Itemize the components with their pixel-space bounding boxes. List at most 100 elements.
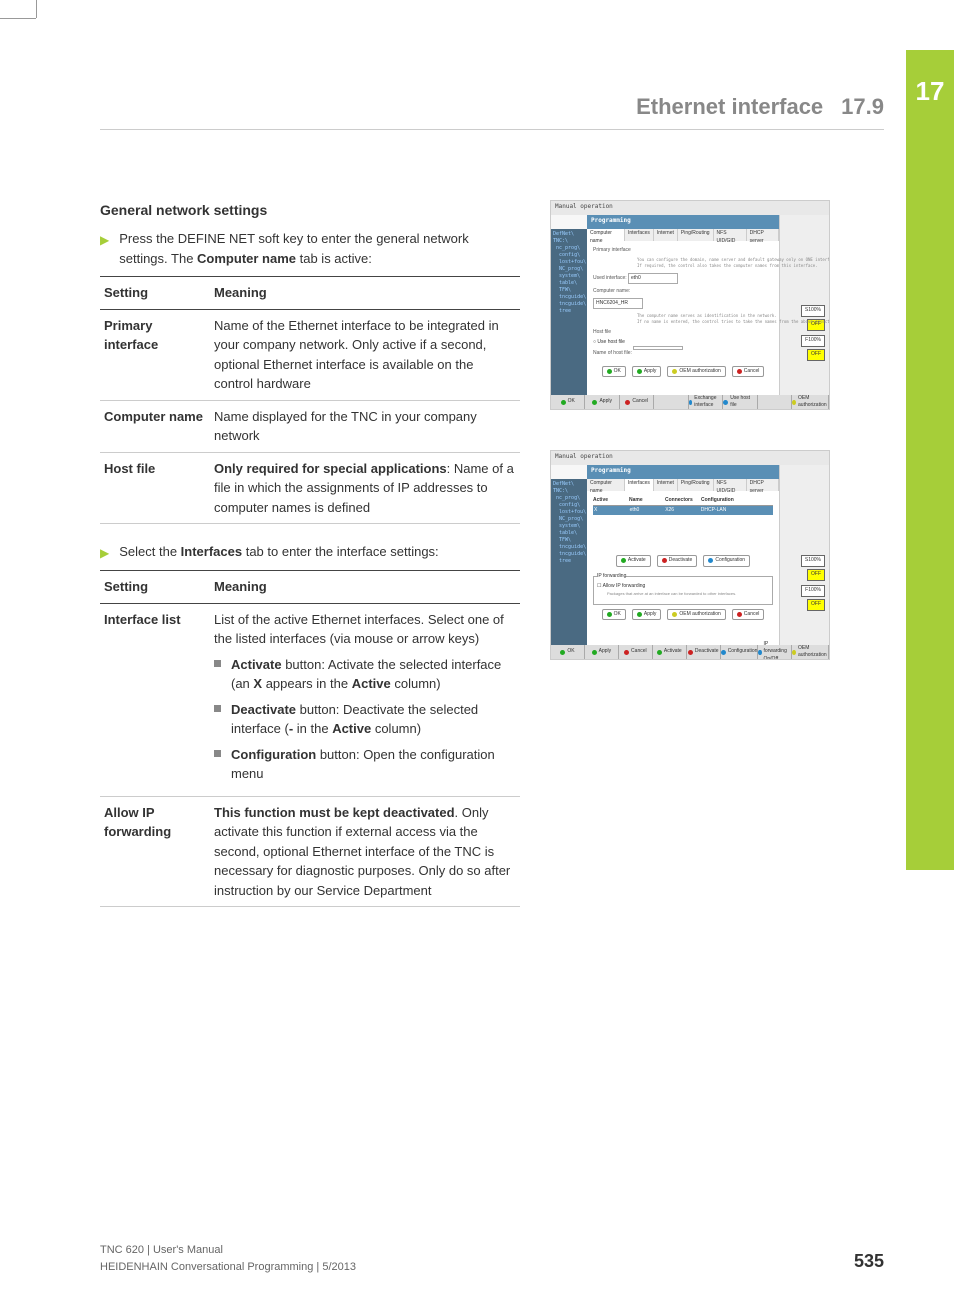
softkey-activate[interactable]: Activate	[653, 645, 687, 659]
cancel-icon	[737, 612, 742, 617]
softkey-apply[interactable]: Apply	[585, 645, 619, 659]
dialog-main: Computer name Interfaces Internet Ping/R…	[587, 479, 779, 645]
tab-dhcp[interactable]: DHCP server	[747, 479, 779, 491]
right-sidebar: S100% OFF F100% OFF	[779, 215, 829, 409]
file-tree-sidebar: DefNet\ TNC:\ nc_prog\ config\ lost+fou\…	[551, 479, 587, 645]
footer-line2: HEIDENHAIN Conversational Programming | …	[100, 1259, 356, 1276]
tab-internet[interactable]: Internet	[654, 229, 678, 241]
mode-bar: Manual operation	[551, 201, 829, 215]
cell-bold: This function must be kept deactivated	[214, 805, 455, 820]
cancel-icon	[737, 369, 742, 374]
minus-icon	[688, 650, 693, 655]
tab-interfaces[interactable]: Interfaces	[625, 229, 654, 241]
softkey-apply[interactable]: Apply	[585, 395, 619, 409]
list-head-active: Active	[593, 497, 629, 505]
ok-button[interactable]: OK	[602, 366, 626, 378]
softkey-configuration[interactable]: Configuration	[721, 645, 759, 659]
oem-auth-button[interactable]: OEM authorization	[667, 366, 725, 378]
check-icon	[637, 612, 642, 617]
programming-title: Programming	[587, 465, 779, 479]
chapter-side-tab: 17	[906, 50, 954, 870]
step-interfaces-tab: ▶ Select the Interfaces tab to enter the…	[100, 542, 520, 562]
th-meaning: Meaning	[210, 277, 520, 310]
bullet-icon	[214, 660, 221, 667]
cell-bold: Only required for special applications	[214, 461, 447, 476]
page-footer: TNC 620 | User's Manual HEIDENHAIN Conve…	[100, 1242, 884, 1275]
host-file-label: Host file	[593, 329, 773, 337]
right-column: Manual operation Programming DefNet\ TNC…	[550, 200, 884, 925]
apply-button[interactable]: Apply	[632, 609, 662, 621]
tab-nfs[interactable]: NFS UID/GID	[714, 229, 747, 241]
primary-interface-help: You can configure the domain, name serve…	[637, 257, 773, 269]
cancel-button[interactable]: Cancel	[732, 609, 765, 621]
softkey-ok[interactable]: OK	[551, 645, 585, 659]
softkey-oem-auth[interactable]: OEM authorization	[792, 395, 829, 409]
oem-auth-button[interactable]: OEM authorization	[667, 609, 725, 621]
computer-name-help: The computer name serves as identificati…	[637, 313, 773, 325]
interface-row-selected[interactable]: X eth0 X26 DHCP-LAN	[593, 506, 773, 516]
softkey-row: OK Apply Cancel Activate Deactivate Conf…	[551, 645, 829, 659]
key-icon	[792, 400, 796, 405]
subheading-general-network: General network settings	[100, 200, 520, 221]
host-file-name-input[interactable]	[633, 346, 683, 350]
cell-meaning: This function must be kept deactivated. …	[210, 796, 520, 907]
host-file-name-label: Name of host file:	[593, 350, 632, 356]
crop-marks	[0, 0, 954, 50]
tab-dhcp[interactable]: DHCP server	[747, 229, 779, 241]
check-icon	[592, 650, 597, 655]
off-badge: OFF	[807, 569, 825, 581]
configuration-button[interactable]: Configuration	[703, 555, 750, 567]
softkey-use-host-file[interactable]: Use host file	[723, 395, 757, 409]
th-setting: Setting	[100, 571, 210, 604]
deactivate-button[interactable]: Deactivate	[657, 555, 698, 567]
cell-meaning: Only required for special applications: …	[210, 452, 520, 524]
bullet-bold: Configuration	[231, 747, 316, 762]
softkey-oem-auth[interactable]: OEM authorization	[792, 645, 829, 659]
plus-icon	[657, 650, 662, 655]
softkey-empty	[654, 395, 688, 409]
used-interface-select[interactable]: eth0	[628, 273, 678, 285]
list-head-connectors: Connectors	[665, 497, 701, 505]
softkey-deactivate[interactable]: Deactivate	[687, 645, 721, 659]
softkey-cancel[interactable]: Cancel	[619, 645, 653, 659]
cell-setting: Allow IP forwarding	[100, 796, 210, 907]
tab-internet[interactable]: Internet	[654, 479, 678, 491]
ok-button[interactable]: OK	[602, 609, 626, 621]
bullet-icon	[214, 750, 221, 757]
table-computer-name: Setting Meaning Primary interface Name o…	[100, 276, 520, 524]
th-setting: Setting	[100, 277, 210, 310]
table-row: Computer name Name displayed for the TNC…	[100, 400, 520, 452]
activate-button[interactable]: Activate	[616, 555, 651, 567]
step-text: Select the Interfaces tab to enter the i…	[119, 542, 520, 562]
list-head-config: Configuration	[701, 497, 773, 505]
tab-interfaces[interactable]: Interfaces	[625, 479, 654, 491]
bullet-icon	[214, 705, 221, 712]
key-icon	[672, 369, 677, 374]
cell-meaning: Name of the Ethernet interface to be int…	[210, 309, 520, 400]
softkey-ok[interactable]: OK	[551, 395, 585, 409]
step2-bold: Interfaces	[181, 544, 242, 559]
softkey-ip-forwarding[interactable]: IP forwarding On/Off	[758, 645, 792, 659]
programming-title: Programming	[587, 215, 779, 229]
use-host-file-check[interactable]: ○ Use host file	[593, 339, 773, 347]
computer-name-input[interactable]: HNC6204_HR	[593, 298, 643, 310]
arrow-icon: ▶	[100, 231, 109, 249]
dialog-tabs: Computer name Interfaces Internet Ping/R…	[587, 229, 779, 241]
footer-line1: TNC 620 | User's Manual	[100, 1242, 356, 1259]
tab-computer-name[interactable]: Computer name	[587, 479, 625, 491]
step-text: Press the DEFINE NET soft key to enter t…	[119, 229, 520, 268]
softkey-cancel[interactable]: Cancel	[620, 395, 654, 409]
tab-ping-routing[interactable]: Ping/Routing	[678, 479, 714, 491]
arrow-icon: ▶	[100, 544, 109, 562]
tab-ping-routing[interactable]: Ping/Routing	[678, 229, 714, 241]
off-badge-2: OFF	[807, 349, 825, 361]
tab-nfs[interactable]: NFS UID/GID	[714, 479, 747, 491]
plus-icon	[621, 558, 626, 563]
apply-button[interactable]: Apply	[632, 366, 662, 378]
tab-computer-name[interactable]: Computer name	[587, 229, 625, 241]
softkey-exchange[interactable]: Exchange interface	[689, 395, 723, 409]
cancel-button[interactable]: Cancel	[732, 366, 765, 378]
allow-ip-forwarding-check[interactable]: ☐ Allow IP forwarding	[597, 583, 769, 591]
table-row: Host file Only required for special appl…	[100, 452, 520, 524]
check-icon	[607, 369, 612, 374]
